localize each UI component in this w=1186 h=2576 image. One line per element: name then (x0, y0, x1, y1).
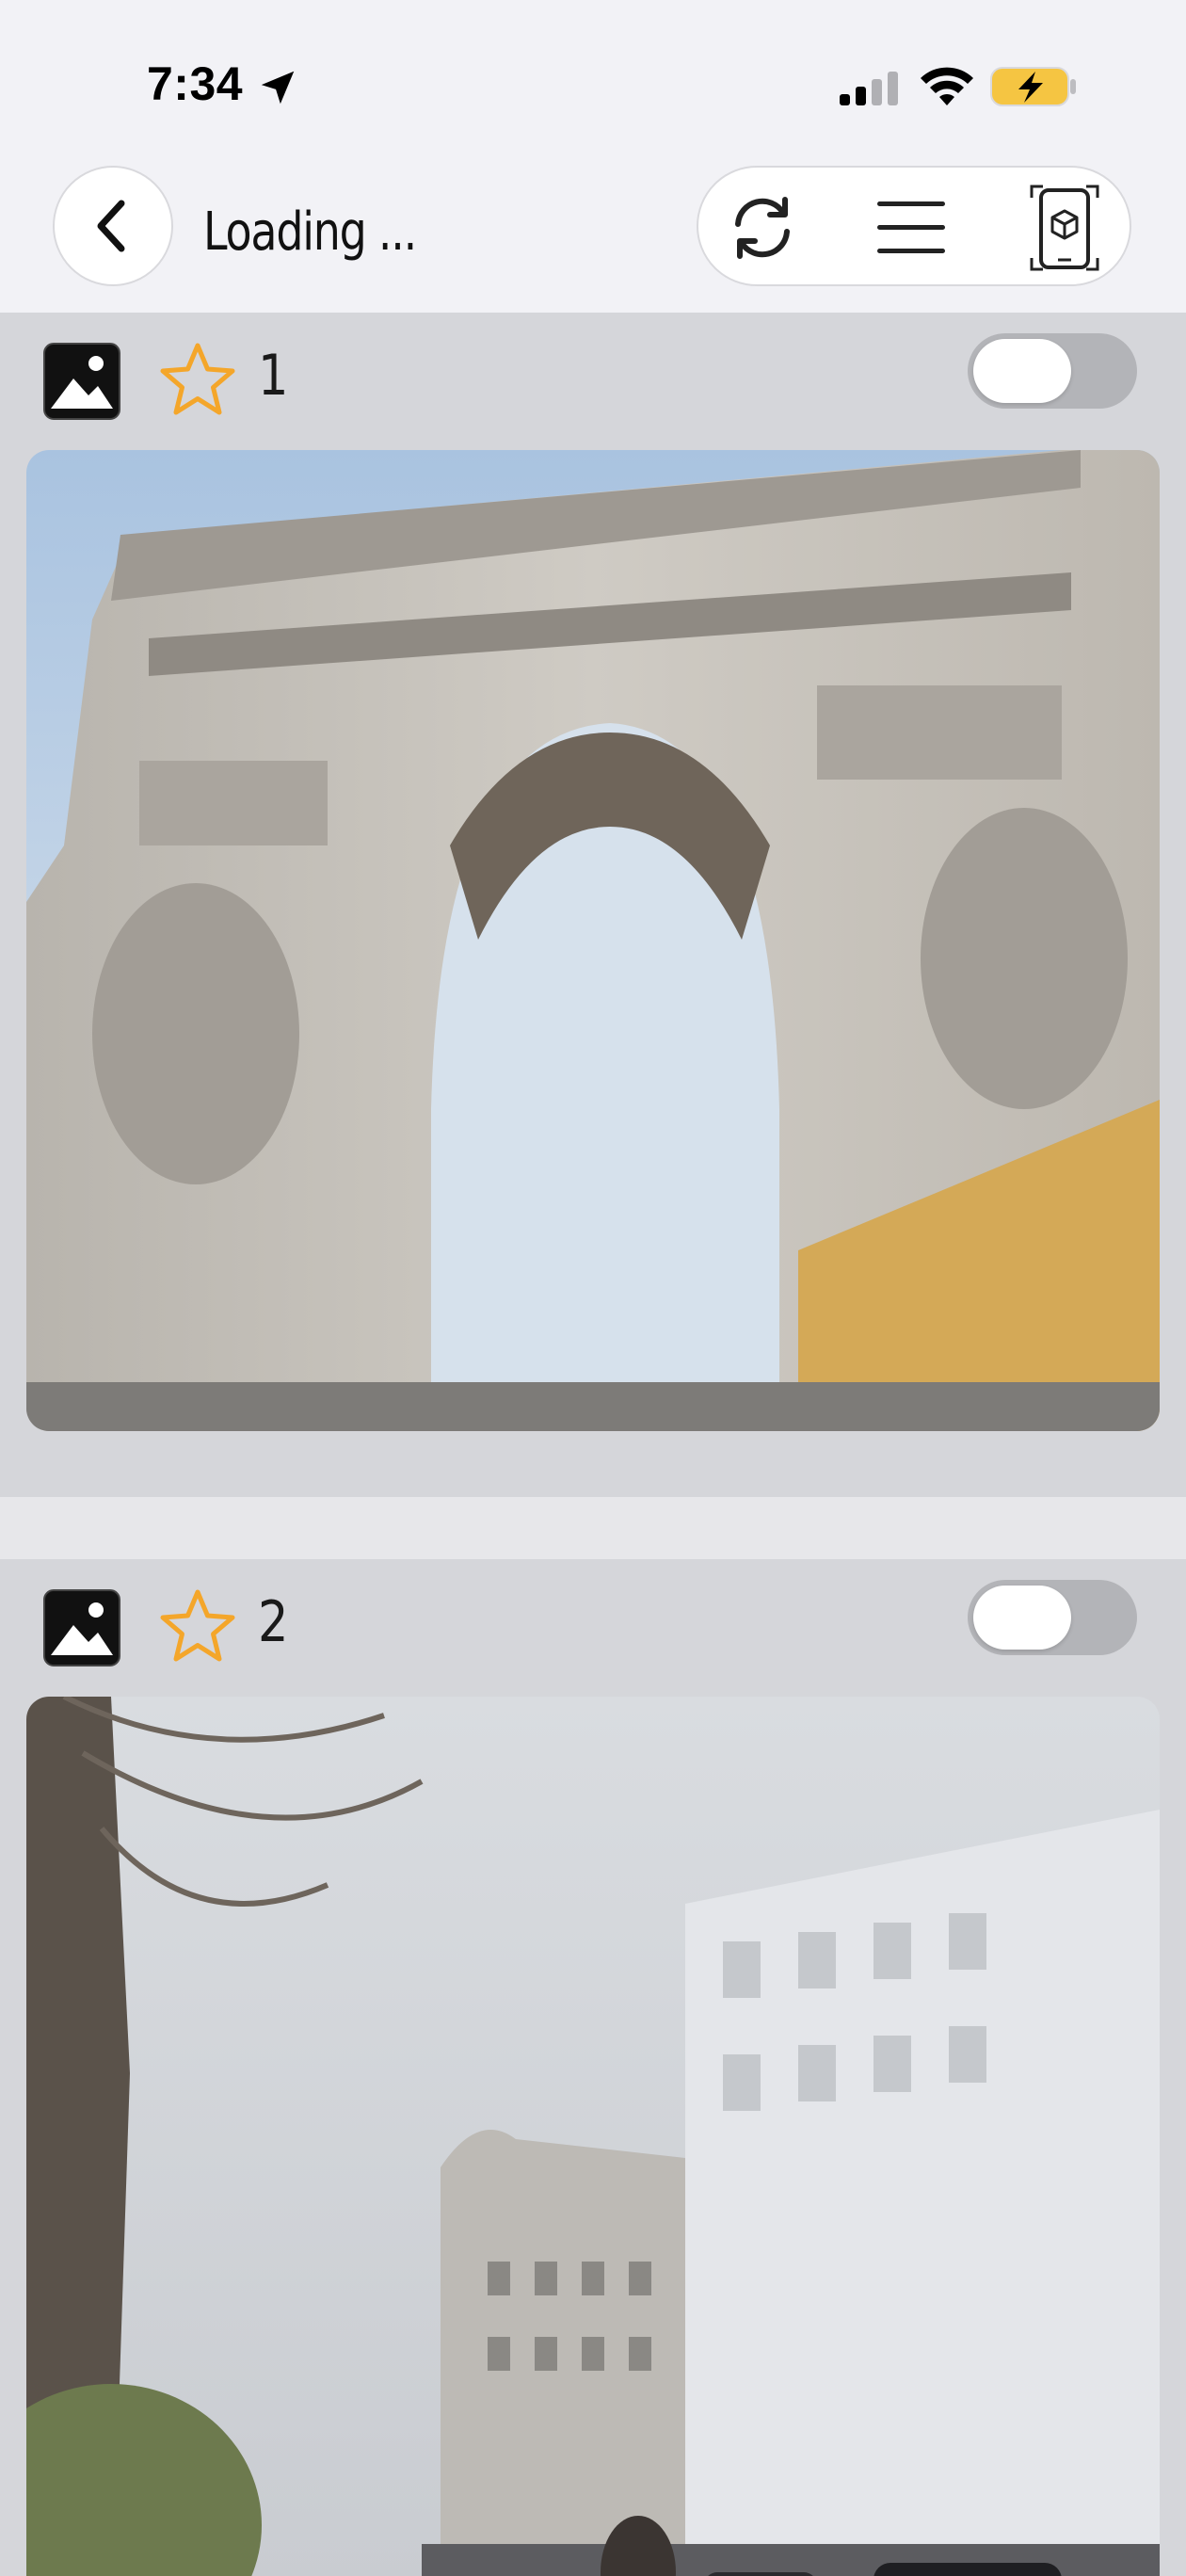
card-header: 1 (0, 313, 1186, 444)
back-button[interactable] (53, 166, 173, 286)
battery-charging-icon (990, 67, 1076, 106)
refresh-icon[interactable] (725, 190, 800, 266)
photo-feed[interactable]: 1 2 (0, 313, 1186, 2576)
device-ar-icon[interactable] (1026, 181, 1103, 275)
star-outline-icon[interactable] (158, 1587, 237, 1663)
toggle-knob (973, 1586, 1071, 1650)
card-index: 2 (258, 1589, 289, 1655)
feed-card: 2 (0, 1559, 1186, 2576)
location-arrow-icon (261, 71, 295, 105)
page-title: Loading ... (203, 201, 417, 263)
select-toggle[interactable] (968, 333, 1137, 409)
card-index: 1 (258, 343, 289, 409)
toggle-knob (973, 339, 1071, 403)
status-bar: 7:34 (0, 0, 1186, 160)
chevron-left-icon (97, 200, 125, 252)
cellular-signal-icon (840, 72, 898, 105)
wifi-icon (921, 67, 973, 105)
card-header: 2 (0, 1559, 1186, 1691)
status-time: 7:34 (147, 57, 244, 110)
card-divider (0, 1497, 1186, 1559)
photo-icon (43, 343, 120, 420)
arch-photo[interactable] (26, 450, 1160, 1431)
star-outline-icon[interactable] (158, 341, 237, 416)
action-toolbar (697, 166, 1131, 286)
top-nav-bar: Loading ... (0, 160, 1186, 313)
photo-icon (43, 1589, 120, 1666)
feed-card: 1 (0, 313, 1186, 1497)
street-photo[interactable] (26, 1697, 1160, 2576)
hamburger-menu-icon[interactable] (873, 196, 949, 260)
select-toggle[interactable] (968, 1580, 1137, 1655)
